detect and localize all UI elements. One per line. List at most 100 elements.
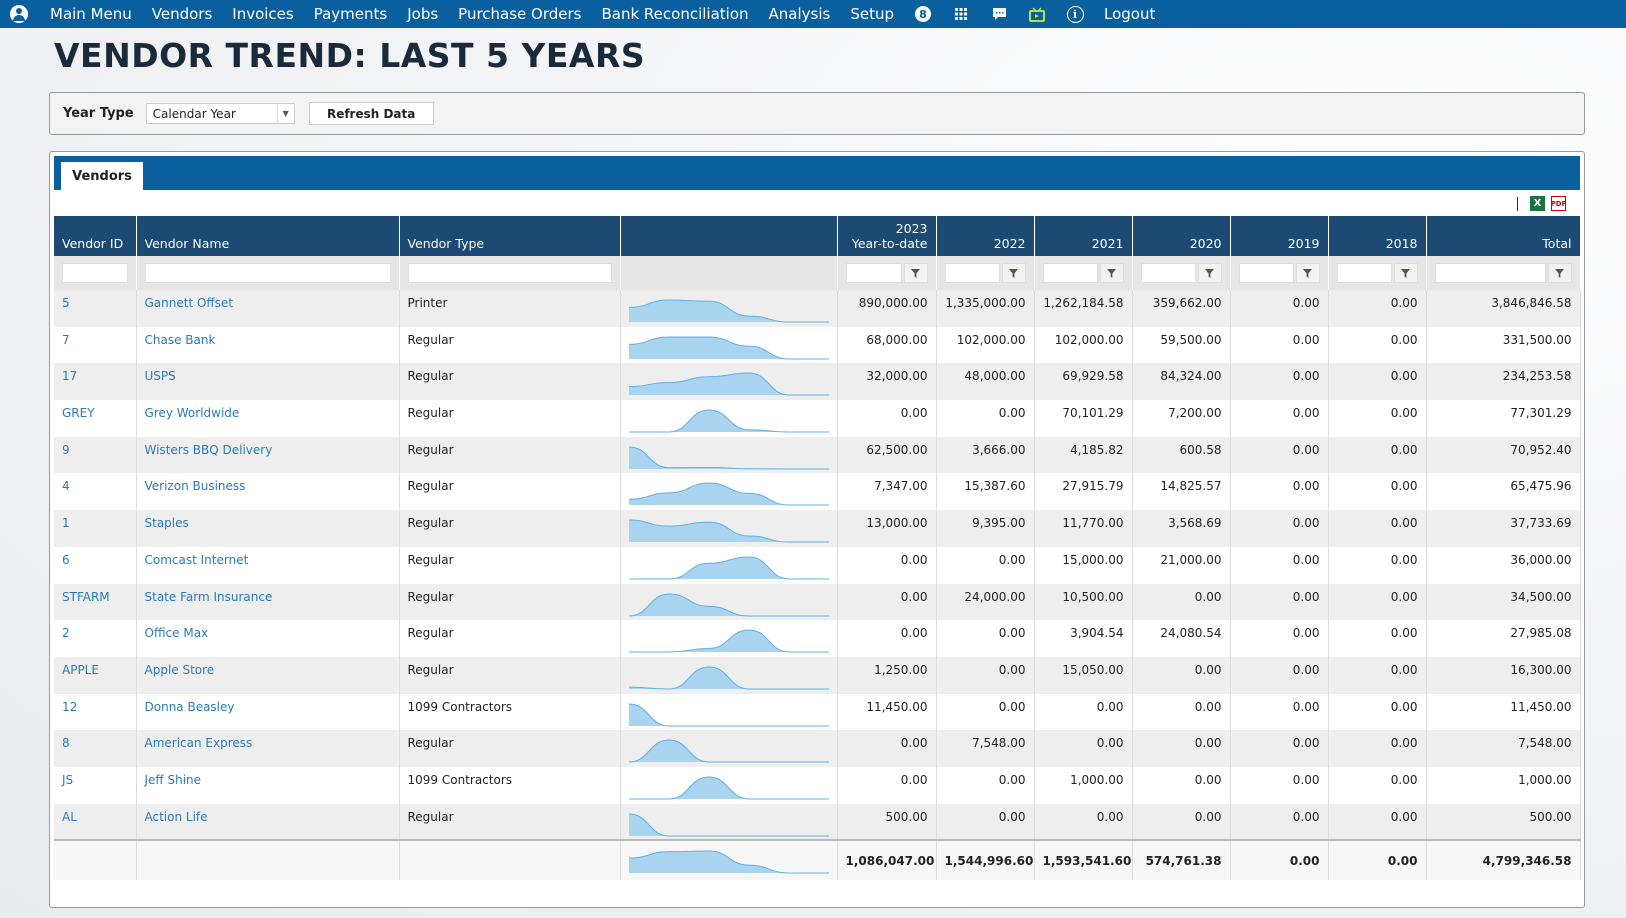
table-row[interactable]: 2 Office Max Regular 0.00 0.00 3,904.54 24,080…	[54, 620, 1581, 657]
vendor-name-link[interactable]: Office Max	[136, 620, 400, 657]
vendor-name-link[interactable]: Donna Beasley	[136, 693, 400, 731]
vendor-id-link[interactable]: 4	[54, 473, 137, 511]
filter-vendor-id-input[interactable]	[62, 263, 128, 283]
vendor-name-link[interactable]: American Express	[136, 730, 400, 767]
col-header-total[interactable]: Total	[1426, 216, 1581, 256]
table-row[interactable]: 5 Gannett Offset Printer 890,000.00 1,335,00…	[54, 290, 1581, 327]
vendor-id-link[interactable]: 8	[54, 730, 137, 767]
filter-icon[interactable]	[1547, 263, 1572, 283]
vendor-id-link[interactable]: STFARM	[54, 583, 137, 621]
col-header-vendor-type[interactable]: Vendor Type	[399, 216, 621, 256]
table-row[interactable]: 17 USPS Regular 32,000.00 48,000.00 69,929.58…	[54, 363, 1581, 401]
table-row[interactable]: 8 American Express Regular 0.00 7,548.00 0.00…	[54, 730, 1581, 767]
nav-jobs[interactable]: Jobs	[407, 5, 438, 23]
vendor-name-link[interactable]: Comcast Internet	[136, 546, 400, 584]
vendor-id-link[interactable]: 7	[54, 326, 137, 364]
amount-2021-cell: 102,000.00	[1034, 326, 1133, 364]
vendor-name-link[interactable]: State Farm Insurance	[136, 583, 400, 621]
vendor-id-link[interactable]: 5	[54, 290, 137, 327]
table-row[interactable]: 9 Wisters BBQ Delivery Regular 62,500.00 3,6…	[54, 436, 1581, 474]
chat-icon[interactable]	[990, 5, 1008, 23]
amount-2022-cell: 0.00	[936, 620, 1035, 657]
filter-2018-input[interactable]	[1336, 263, 1392, 283]
table-row[interactable]: AL Action Life Regular 500.00 0.00 0.00 0.00 0.…	[54, 803, 1581, 841]
vendor-type-cell: Regular	[399, 620, 621, 657]
vendor-name-link[interactable]: USPS	[136, 363, 400, 401]
vendor-name-link[interactable]: Staples	[136, 510, 400, 547]
amount-2023-cell: 68,000.00	[837, 326, 937, 364]
col-header-vendor-name[interactable]: Vendor Name	[136, 216, 400, 256]
pdf-export-icon[interactable]: PDF	[1551, 196, 1566, 211]
filter-2019-input[interactable]	[1238, 263, 1294, 283]
filter-icon[interactable]	[1393, 263, 1418, 283]
filter-2022-input[interactable]	[944, 263, 1000, 283]
vendor-type-cell: Regular	[399, 400, 621, 437]
vendor-id-link[interactable]: JS	[54, 766, 137, 804]
col-header-2023[interactable]: 2023 Year-to-date	[837, 216, 937, 256]
col-header-2022[interactable]: 2022	[936, 216, 1035, 256]
year-type-select[interactable]: Calendar Year ▼	[145, 103, 295, 124]
filter-icon[interactable]	[903, 263, 928, 283]
nav-analysis[interactable]: Analysis	[769, 5, 831, 23]
info-icon[interactable]: i	[1066, 5, 1084, 23]
user-icon[interactable]	[10, 5, 28, 23]
tab-vendors[interactable]: Vendors	[61, 162, 143, 190]
nav-bank-reconciliation[interactable]: Bank Reconciliation	[601, 5, 748, 23]
table-row[interactable]: 6 Comcast Internet Regular 0.00 0.00 15,000.0…	[54, 546, 1581, 584]
vendor-id-link[interactable]: 2	[54, 620, 137, 657]
vendor-id-link[interactable]: 12	[54, 693, 137, 731]
apps-grid-icon[interactable]	[952, 5, 970, 23]
filter-vendor-type-input[interactable]	[407, 263, 612, 283]
badge-icon[interactable]: 8	[914, 5, 932, 23]
col-header-2019[interactable]: 2019	[1230, 216, 1329, 256]
refresh-data-button[interactable]: Refresh Data	[308, 102, 434, 125]
filter-icon[interactable]	[1099, 263, 1124, 283]
filter-icon[interactable]	[1295, 263, 1320, 283]
table-row[interactable]: STFARM State Farm Insurance Regular 0.00 24,…	[54, 583, 1581, 621]
col-header-2020[interactable]: 2020	[1132, 216, 1231, 256]
table-row[interactable]: GREY Grey Worldwide Regular 0.00 0.00 70,101.…	[54, 400, 1581, 437]
filter-2020-input[interactable]	[1140, 263, 1196, 283]
nav-purchase-orders[interactable]: Purchase Orders	[458, 5, 581, 23]
vendor-name-link[interactable]: Grey Worldwide	[136, 400, 400, 437]
vendor-name-link[interactable]: Chase Bank	[136, 326, 400, 364]
vendor-name-link[interactable]: Verizon Business	[136, 473, 400, 511]
vendor-id-link[interactable]: 1	[54, 510, 137, 547]
table-row[interactable]: 4 Verizon Business Regular 7,347.00 15,387.6…	[54, 473, 1581, 511]
col-header-vendor-id[interactable]: Vendor ID	[54, 216, 137, 256]
excel-export-icon[interactable]: X	[1530, 196, 1545, 211]
vendor-id-link[interactable]: GREY	[54, 400, 137, 437]
col-header-2018[interactable]: 2018	[1328, 216, 1427, 256]
table-row[interactable]: 12 Donna Beasley 1099 Contractors 11,450.00…	[54, 693, 1581, 731]
nav-main-menu[interactable]: Main Menu	[50, 5, 132, 23]
amount-2022-cell: 0.00	[936, 693, 1035, 731]
table-row[interactable]: 1 Staples Regular 13,000.00 9,395.00 11,770.0…	[54, 510, 1581, 547]
nav-vendors[interactable]: Vendors	[152, 5, 213, 23]
table-row[interactable]: 7 Chase Bank Regular 68,000.00 102,000.00 102…	[54, 326, 1581, 364]
vendor-id-link[interactable]: 6	[54, 546, 137, 584]
table-row[interactable]: APPLE Apple Store Regular 1,250.00 0.00 15,05…	[54, 656, 1581, 694]
nav-setup[interactable]: Setup	[850, 5, 894, 23]
vendor-name-link[interactable]: Gannett Offset	[136, 290, 400, 327]
vendor-name-link[interactable]: Wisters BBQ Delivery	[136, 436, 400, 474]
vendor-name-link[interactable]: Apple Store	[136, 656, 400, 694]
vendor-id-link[interactable]: 9	[54, 436, 137, 474]
filter-total-input[interactable]	[1434, 263, 1546, 283]
table-row[interactable]: JS Jeff Shine 1099 Contractors 0.00 0.00 1,00…	[54, 766, 1581, 804]
filter-icon[interactable]	[1197, 263, 1222, 283]
col-header-2021[interactable]: 2021	[1034, 216, 1133, 256]
vendor-id-link[interactable]: AL	[54, 803, 137, 841]
tv-icon[interactable]	[1028, 5, 1046, 23]
filter-2023-input[interactable]	[845, 263, 902, 283]
vendor-id-link[interactable]: 17	[54, 363, 137, 401]
filter-vendor-name-input[interactable]	[144, 263, 391, 283]
chevron-down-icon[interactable]: ▼	[276, 104, 294, 123]
filter-2021-input[interactable]	[1042, 263, 1098, 283]
filter-icon[interactable]	[1001, 263, 1026, 283]
nav-invoices[interactable]: Invoices	[232, 5, 293, 23]
nav-payments[interactable]: Payments	[314, 5, 387, 23]
vendor-id-link[interactable]: APPLE	[54, 656, 137, 694]
nav-logout[interactable]: Logout	[1104, 5, 1155, 23]
vendor-name-link[interactable]: Action Life	[136, 803, 400, 841]
vendor-name-link[interactable]: Jeff Shine	[136, 766, 400, 804]
